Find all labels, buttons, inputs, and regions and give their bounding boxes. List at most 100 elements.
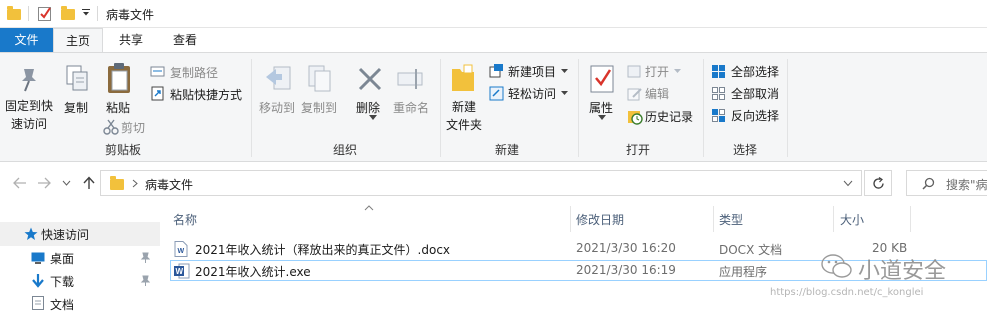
move-to-button[interactable]: 移动到 (259, 99, 295, 116)
tab-view[interactable]: 查看 (160, 28, 210, 52)
refresh-icon (873, 177, 884, 189)
history-button[interactable]: 历史记录 (645, 108, 693, 125)
pin-icon[interactable] (140, 275, 150, 287)
tab-file[interactable]: 文件 (0, 28, 53, 52)
pin-quick-access-label-2[interactable]: 速访问 (11, 115, 47, 132)
tab-home[interactable]: 主页 (53, 28, 103, 53)
easy-access-button[interactable]: 轻松访问 (508, 85, 556, 102)
copy-path-icon (150, 66, 165, 77)
nav-item-documents[interactable]: 文档 (0, 293, 160, 315)
column-divider[interactable] (713, 206, 714, 232)
new-folder-icon[interactable] (61, 6, 75, 20)
file-name: 2021年收入统计（释放出来的真正文件）.docx (195, 243, 451, 257)
copy-path-button[interactable]: 复制路径 (170, 64, 218, 81)
nav-item-downloads[interactable]: 下载 (0, 270, 160, 292)
scissors-icon (103, 119, 119, 135)
back-arrow-icon[interactable] (13, 177, 27, 189)
nav-item-desktop[interactable]: 桌面 (0, 247, 160, 269)
word-doc-icon: W (174, 241, 188, 257)
star-icon (24, 227, 38, 240)
open-icon (627, 65, 641, 78)
new-group-label: 新建 (495, 143, 520, 157)
edit-icon (627, 88, 642, 101)
new-item-icon (489, 64, 503, 78)
nav-item-label: 快速访问 (41, 228, 90, 242)
easy-access-icon (489, 86, 504, 101)
group-divider (703, 59, 704, 157)
new-folder-label-1[interactable]: 新建 (452, 98, 476, 115)
column-header-type[interactable]: 类型 (719, 211, 743, 228)
copy-to-button[interactable]: 复制到 (301, 99, 337, 116)
column-header-size[interactable]: 大小 (840, 211, 864, 228)
chevron-down-icon[interactable] (561, 69, 568, 74)
window-title: 病毒文件 (106, 8, 155, 22)
pin-icon[interactable] (140, 252, 150, 264)
group-divider (251, 59, 252, 157)
rename-icon (397, 69, 423, 89)
chevron-down-icon[interactable] (843, 180, 853, 187)
invert-selection-button[interactable]: 反向选择 (731, 107, 779, 124)
paste-button[interactable]: 粘贴 (106, 99, 130, 116)
select-none-icon (712, 87, 725, 100)
chevron-right-icon[interactable] (132, 179, 138, 188)
paste-icon (108, 63, 130, 93)
word-exe-icon: W (174, 263, 190, 279)
paste-shortcut-icon (151, 86, 164, 101)
chevron-down-icon[interactable] (62, 180, 71, 186)
forward-arrow-icon[interactable] (37, 177, 51, 189)
column-header-name[interactable]: 名称 (173, 211, 197, 228)
copy-button[interactable]: 复制 (64, 99, 88, 116)
properties-icon (590, 65, 614, 93)
copy-to-icon (308, 65, 331, 92)
delete-button[interactable]: 删除 (356, 99, 380, 116)
column-divider[interactable] (570, 206, 571, 232)
search-input[interactable]: 搜索"病 (946, 176, 987, 193)
new-item-button[interactable]: 新建项目 (508, 63, 556, 80)
select-none-button[interactable]: 全部取消 (731, 85, 779, 102)
address-bar[interactable]: 病毒文件 (100, 170, 862, 196)
group-divider (440, 59, 441, 157)
edit-button[interactable]: 编辑 (645, 85, 669, 102)
open-button[interactable]: 打开 (645, 63, 669, 80)
pin-icon (22, 69, 36, 92)
chevron-down-icon[interactable] (674, 69, 681, 74)
tab-share[interactable]: 共享 (108, 28, 154, 52)
chevron-down-icon[interactable] (81, 8, 91, 18)
group-divider (787, 59, 788, 157)
column-divider[interactable] (833, 206, 834, 232)
new-folder-label-2[interactable]: 文件夹 (446, 116, 482, 133)
pin-quick-access-label-1[interactable]: 固定到快 (5, 97, 53, 114)
search-box[interactable]: 搜索"病 (906, 170, 987, 196)
organize-group-label: 组织 (333, 143, 358, 157)
chevron-down-icon[interactable] (369, 115, 377, 121)
title-bar: 病毒文件 (0, 0, 987, 28)
sort-ascending-icon (364, 205, 374, 211)
cut-button[interactable]: 剪切 (121, 119, 145, 136)
refresh-button[interactable] (864, 170, 892, 196)
select-all-icon (712, 65, 725, 78)
chevron-down-icon[interactable] (561, 91, 568, 96)
properties-icon[interactable] (37, 5, 53, 22)
file-type: 应用程序 (719, 265, 768, 279)
watermark-url: https://blog.csdn.net/c_konglei (770, 287, 924, 298)
nav-item-label: 桌面 (50, 252, 75, 266)
column-divider[interactable] (910, 206, 911, 232)
properties-button[interactable]: 属性 (589, 99, 613, 116)
ribbon: 固定到快 速访问 复制 粘贴 复制路径 粘贴快捷方式 剪切 剪贴板 移动到 复制… (0, 52, 987, 162)
history-icon (628, 111, 643, 125)
file-modified: 2021/3/30 16:19 (576, 263, 676, 277)
up-arrow-icon[interactable] (83, 176, 95, 190)
chevron-down-icon[interactable] (598, 115, 606, 121)
watermark-brand: 小道安全 (858, 259, 947, 284)
rename-button[interactable]: 重命名 (393, 99, 429, 116)
file-type: DOCX 文档 (719, 243, 783, 257)
folder-icon (110, 176, 124, 190)
select-all-button[interactable]: 全部选择 (731, 63, 779, 80)
desktop-icon (31, 252, 45, 264)
select-group-label: 选择 (733, 143, 758, 157)
paste-shortcut-button[interactable]: 粘贴快捷方式 (170, 86, 242, 103)
nav-item-quick-access[interactable]: 快速访问 (0, 222, 160, 246)
column-header-modified[interactable]: 修改日期 (576, 211, 624, 228)
svg-text:W: W (176, 267, 184, 276)
open-group-label: 打开 (626, 143, 651, 157)
